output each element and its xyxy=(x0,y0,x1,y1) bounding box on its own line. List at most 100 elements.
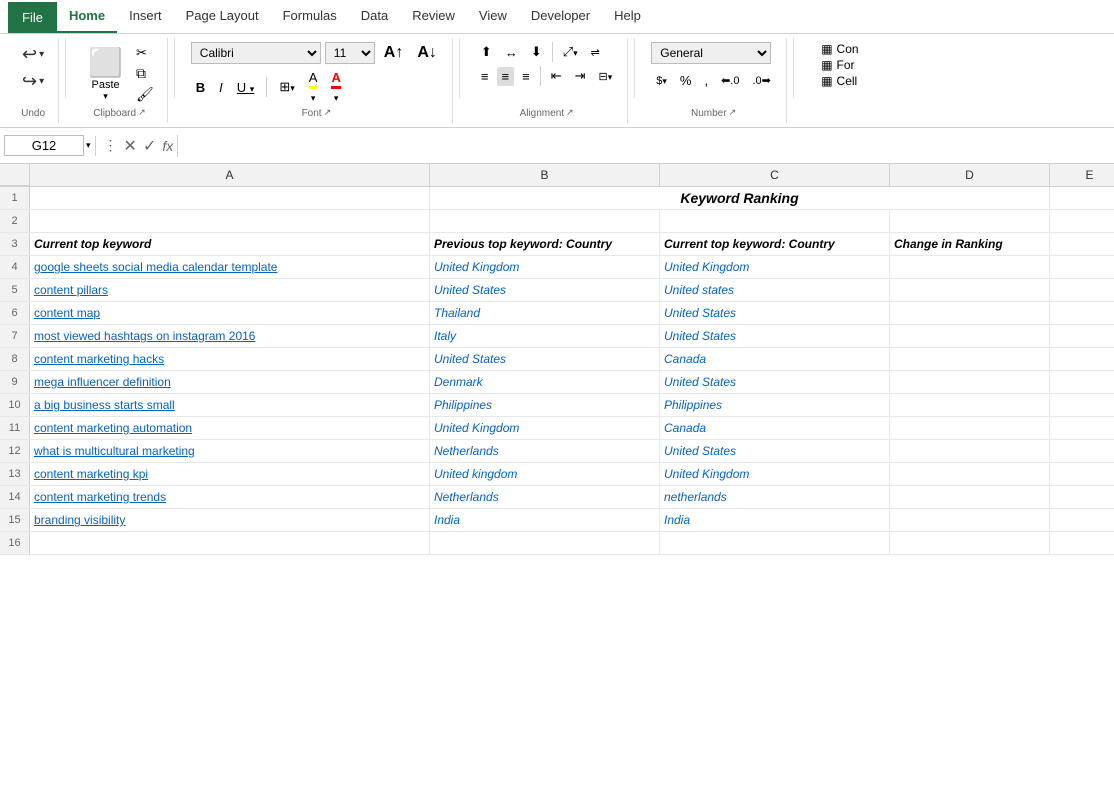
link-a11[interactable]: content marketing automation xyxy=(34,421,192,435)
cut-button[interactable]: ✂ xyxy=(133,44,157,62)
borders-button[interactable]: ⊞▾ xyxy=(274,77,299,97)
align-bottom-button[interactable]: ⬇ xyxy=(526,42,547,62)
link-c8[interactable]: Canada xyxy=(664,352,706,366)
cell-d7[interactable] xyxy=(890,325,1050,347)
link-c9[interactable]: United States xyxy=(664,375,736,389)
merge-center-button[interactable]: ⊟▾ xyxy=(594,68,618,85)
row-num-10[interactable]: 10 xyxy=(0,394,30,416)
align-center-button[interactable]: ≡ xyxy=(497,67,515,86)
row-num-16[interactable]: 16 xyxy=(0,532,30,554)
cell-a16[interactable] xyxy=(30,532,430,554)
link-b10[interactable]: Philippines xyxy=(434,398,492,412)
cell-a6[interactable]: content map xyxy=(30,302,430,324)
link-a10[interactable]: a big business starts small xyxy=(34,398,175,412)
cell-a1[interactable] xyxy=(30,187,430,209)
row-num-6[interactable]: 6 xyxy=(0,302,30,324)
row-num-1[interactable]: 1 xyxy=(0,187,30,209)
link-b14[interactable]: Netherlands xyxy=(434,490,499,504)
wrap-text-button[interactable]: ⇌ xyxy=(586,44,605,61)
decrease-indent-button[interactable]: ⇤ xyxy=(546,66,567,86)
cell-e6[interactable] xyxy=(1050,302,1114,324)
link-a13[interactable]: content marketing kpi xyxy=(34,467,148,481)
cell-b7[interactable]: Italy xyxy=(430,325,660,347)
percent-button[interactable]: % xyxy=(675,71,697,90)
conditional-formatting-btn[interactable]: ▦ Con xyxy=(821,42,858,56)
cell-c14[interactable]: netherlands xyxy=(660,486,890,508)
cell-b13[interactable]: United kingdom xyxy=(430,463,660,485)
increase-font-button[interactable]: A↑ xyxy=(379,42,409,64)
cell-c7[interactable]: United States xyxy=(660,325,890,347)
cell-e7[interactable] xyxy=(1050,325,1114,347)
decrease-font-button[interactable]: A↓ xyxy=(412,42,442,64)
tab-home[interactable]: Home xyxy=(57,0,117,33)
name-box-dropdown[interactable]: ▾ xyxy=(86,140,91,151)
tab-page-layout[interactable]: Page Layout xyxy=(174,0,271,33)
cell-b1[interactable]: Keyword Ranking xyxy=(430,187,1050,209)
cell-d14[interactable] xyxy=(890,486,1050,508)
tab-review[interactable]: Review xyxy=(400,0,467,33)
paste-dropdown[interactable]: ▾ xyxy=(103,91,108,102)
row-num-11[interactable]: 11 xyxy=(0,417,30,439)
col-header-d[interactable]: D xyxy=(890,164,1050,186)
row-num-15[interactable]: 15 xyxy=(0,509,30,531)
cell-d13[interactable] xyxy=(890,463,1050,485)
link-b6[interactable]: Thailand xyxy=(434,306,480,320)
tab-developer[interactable]: Developer xyxy=(519,0,602,33)
bold-button[interactable]: B xyxy=(191,78,210,97)
link-c5[interactable]: United states xyxy=(664,283,734,297)
link-b8[interactable]: United States xyxy=(434,352,506,366)
cell-reference-input[interactable] xyxy=(4,135,84,156)
link-c13[interactable]: United Kingdom xyxy=(664,467,749,481)
alignment-expand-icon[interactable]: ↗ xyxy=(566,107,574,118)
cell-c16[interactable] xyxy=(660,532,890,554)
font-color-button[interactable]: A ▾ xyxy=(326,68,345,106)
cell-a2[interactable] xyxy=(30,210,430,232)
cell-d9[interactable] xyxy=(890,371,1050,393)
link-b11[interactable]: United Kingdom xyxy=(434,421,519,435)
col-header-e[interactable]: E xyxy=(1050,164,1114,186)
align-top-button[interactable]: ⬆ xyxy=(476,42,497,62)
link-a12[interactable]: what is multicultural marketing xyxy=(34,444,195,458)
paste-button[interactable]: ⬜ Paste ▾ xyxy=(82,44,129,104)
cell-c5[interactable]: United states xyxy=(660,279,890,301)
cell-e11[interactable] xyxy=(1050,417,1114,439)
cell-b3[interactable]: Previous top keyword: Country xyxy=(430,233,660,255)
link-c12[interactable]: United States xyxy=(664,444,736,458)
link-c14[interactable]: netherlands xyxy=(664,490,727,504)
cell-c11[interactable]: Canada xyxy=(660,417,890,439)
link-c6[interactable]: United States xyxy=(664,306,736,320)
row-num-2[interactable]: 2 xyxy=(0,210,30,232)
link-b4[interactable]: United Kingdom xyxy=(434,260,519,274)
link-c15[interactable]: India xyxy=(664,513,690,527)
link-c10[interactable]: Philippines xyxy=(664,398,722,412)
cell-c4[interactable]: United Kingdom xyxy=(660,256,890,278)
cell-d5[interactable] xyxy=(890,279,1050,301)
insert-function-icon[interactable]: fx xyxy=(162,138,173,154)
decrease-decimal-button[interactable]: ⬅.0 xyxy=(716,72,744,89)
cell-b6[interactable]: Thailand xyxy=(430,302,660,324)
number-format-select[interactable]: General Number Currency xyxy=(651,42,771,64)
cell-d11[interactable] xyxy=(890,417,1050,439)
cell-e3[interactable] xyxy=(1050,233,1114,255)
cell-e16[interactable] xyxy=(1050,532,1114,554)
cell-d2[interactable] xyxy=(890,210,1050,232)
cell-b16[interactable] xyxy=(430,532,660,554)
cell-b8[interactable]: United States xyxy=(430,348,660,370)
row-num-4[interactable]: 4 xyxy=(0,256,30,278)
link-a15[interactable]: branding visibility xyxy=(34,513,125,527)
cell-d4[interactable] xyxy=(890,256,1050,278)
cell-e10[interactable] xyxy=(1050,394,1114,416)
link-b5[interactable]: United States xyxy=(434,283,506,297)
row-num-14[interactable]: 14 xyxy=(0,486,30,508)
cell-a15[interactable]: branding visibility xyxy=(30,509,430,531)
cell-a13[interactable]: content marketing kpi xyxy=(30,463,430,485)
link-b7[interactable]: Italy xyxy=(434,329,456,343)
tab-insert[interactable]: Insert xyxy=(117,0,174,33)
link-b15[interactable]: India xyxy=(434,513,460,527)
cell-c3[interactable]: Current top keyword: Country xyxy=(660,233,890,255)
cell-b12[interactable]: Netherlands xyxy=(430,440,660,462)
row-num-8[interactable]: 8 xyxy=(0,348,30,370)
undo-button[interactable]: ↩▾ xyxy=(18,42,48,67)
link-a9[interactable]: mega influencer definition xyxy=(34,375,171,389)
link-a4[interactable]: google sheets social media calendar temp… xyxy=(34,260,277,274)
